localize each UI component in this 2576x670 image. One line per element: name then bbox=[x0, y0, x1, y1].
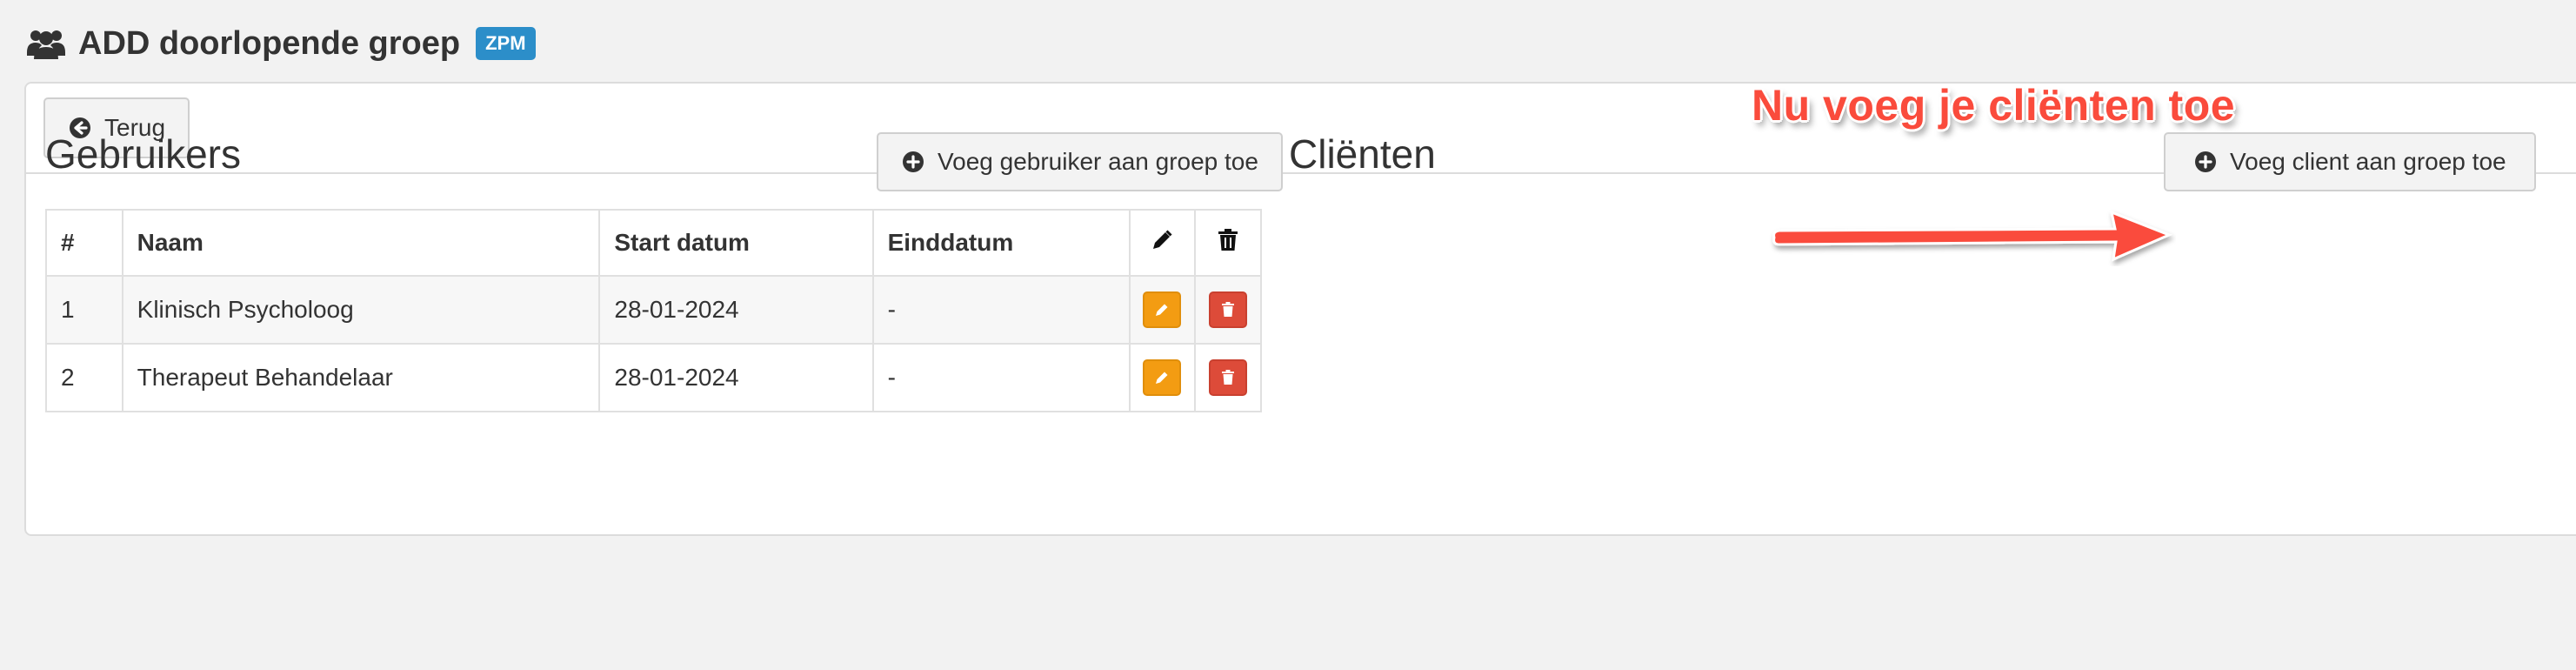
row-name: Klinisch Psycholoog bbox=[121, 275, 601, 345]
clients-section-title: Cliënten bbox=[1289, 131, 1436, 177]
column-header-edit bbox=[1128, 209, 1197, 277]
users-icon bbox=[27, 30, 65, 59]
row-number: 2 bbox=[45, 343, 123, 412]
table-row: 1 Klinisch Psycholoog 28-01-2024 - bbox=[45, 275, 1262, 345]
users-section-title: Gebruikers bbox=[45, 131, 241, 177]
add-client-button[interactable]: Voeg client aan groep toe bbox=[2164, 132, 2536, 191]
trash-icon bbox=[1222, 302, 1235, 317]
add-client-button-label: Voeg client aan groep toe bbox=[2230, 148, 2506, 175]
pencil-icon bbox=[1156, 372, 1168, 384]
row-start-date: 28-01-2024 bbox=[598, 275, 874, 345]
column-header-number: # bbox=[45, 209, 123, 277]
row-start-date: 28-01-2024 bbox=[598, 343, 874, 412]
plus-circle-icon bbox=[903, 151, 924, 172]
plus-circle-icon bbox=[2195, 151, 2216, 172]
page-header: ADD doorlopende groep ZPM bbox=[26, 17, 536, 70]
row-edit-cell bbox=[1128, 343, 1197, 412]
column-header-start-date: Start datum bbox=[598, 209, 874, 277]
pencil-icon bbox=[1153, 229, 1172, 249]
pencil-icon bbox=[1156, 304, 1168, 316]
row-end-date: - bbox=[871, 275, 1131, 345]
edit-button[interactable] bbox=[1143, 291, 1182, 328]
row-delete-cell bbox=[1194, 343, 1262, 412]
page-title: ADD doorlopende groep bbox=[78, 24, 461, 62]
delete-button[interactable] bbox=[1209, 359, 1248, 396]
add-user-button[interactable]: Voeg gebruiker aan groep toe bbox=[877, 132, 1283, 191]
users-table: # Naam Start datum Einddatum 1 Klinisch … bbox=[45, 209, 1262, 412]
edit-button[interactable] bbox=[1143, 359, 1182, 396]
column-header-name: Naam bbox=[121, 209, 601, 277]
delete-button[interactable] bbox=[1209, 291, 1248, 328]
row-number: 1 bbox=[45, 275, 123, 345]
status-badge: ZPM bbox=[476, 27, 536, 60]
trash-icon bbox=[1218, 228, 1238, 251]
table-row: 2 Therapeut Behandelaar 28-01-2024 - bbox=[45, 343, 1262, 412]
add-user-button-label: Voeg gebruiker aan groep toe bbox=[938, 148, 1258, 175]
row-name: Therapeut Behandelaar bbox=[121, 343, 601, 412]
table-header-row: # Naam Start datum Einddatum bbox=[45, 209, 1262, 277]
column-header-end-date: Einddatum bbox=[871, 209, 1131, 277]
annotation-arrow-icon bbox=[1772, 210, 2172, 262]
column-header-delete bbox=[1194, 209, 1262, 277]
annotation-text: Nu voeg je cliënten toe bbox=[1752, 81, 2236, 130]
row-edit-cell bbox=[1128, 275, 1197, 345]
row-delete-cell bbox=[1194, 275, 1262, 345]
row-end-date: - bbox=[871, 343, 1131, 412]
trash-icon bbox=[1222, 370, 1235, 385]
